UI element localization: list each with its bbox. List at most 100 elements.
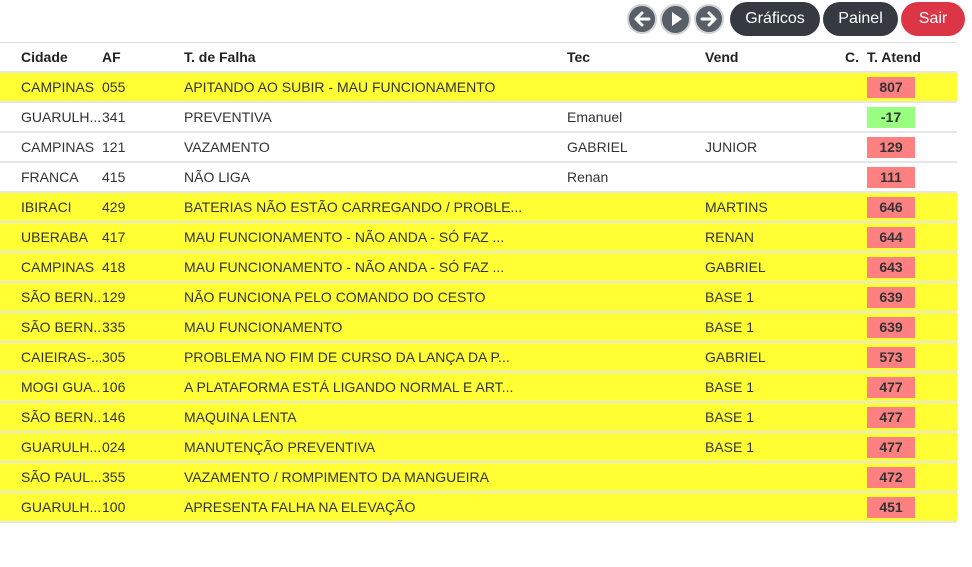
painel-button[interactable]: Painel: [823, 2, 898, 36]
table-body: CAMPINAS 055 APITANDO AO SUBIR - MAU FUNCI…: [0, 73, 957, 523]
cell-cidade: CAMPINAS: [21, 79, 95, 95]
cell-atend: 644: [863, 226, 929, 248]
table-row[interactable]: IBIRACI 429 BATERIAS NÃO ESTÃO CARREGANDO …: [0, 193, 957, 223]
cell-af: 415: [102, 169, 126, 185]
cell-falha: VAZAMENTO / ROMPIMENTO DA MANGUEIRA: [184, 469, 489, 485]
graficos-button[interactable]: Gráficos: [730, 2, 820, 36]
cell-af: 305: [102, 349, 126, 365]
cell-atend: 807: [863, 76, 929, 98]
cell-cidade: CAIEIRAS-...: [21, 349, 101, 365]
sair-button[interactable]: Sair: [901, 2, 965, 36]
cell-af: 055: [102, 79, 126, 95]
cell-af: 417: [102, 229, 126, 245]
cell-af: 429: [102, 199, 126, 215]
cell-atend: 129: [863, 136, 929, 158]
table-row[interactable]: CAMPINAS 055 APITANDO AO SUBIR - MAU FUNCI…: [0, 73, 957, 103]
play-button[interactable]: [660, 3, 691, 35]
atend-badge: 111: [867, 166, 915, 188]
cell-vend: GABRIEL: [705, 349, 766, 365]
atend-badge: 573: [867, 346, 915, 368]
cell-vend: BASE 1: [705, 289, 755, 305]
cell-falha: PREVENTIVA: [184, 109, 272, 125]
atend-badge: 643: [867, 256, 915, 278]
table-row[interactable]: FRANCA 415 NÃO LIGA Renan 111: [0, 163, 957, 193]
service-orders-table: Cidade AF T. de Falha Tec Vend C. T. Ate…: [0, 42, 957, 523]
cell-af: 146: [102, 409, 126, 425]
atend-badge: 477: [867, 406, 915, 428]
cell-tec: Emanuel: [567, 109, 623, 125]
header-vend[interactable]: Vend: [704, 49, 839, 65]
cell-falha: BATERIAS NÃO ESTÃO CARREGANDO / PROBLE..…: [184, 199, 523, 215]
cell-atend: 639: [863, 316, 929, 338]
cell-cidade: GUARULH...: [21, 439, 101, 455]
cell-af: 106: [102, 379, 126, 395]
cell-falha: MAU FUNCIONAMENTO - NÃO ANDA - SÓ FAZ ..…: [184, 259, 505, 275]
cell-cidade: GUARULH...: [21, 109, 101, 125]
cell-atend: 639: [863, 286, 929, 308]
table-row[interactable]: SÃO BERN... 335 MAU FUNCIONAMENTO BASE 1 639: [0, 313, 957, 343]
cell-cidade: IBIRACI: [21, 199, 72, 215]
cell-af: 024: [102, 439, 126, 455]
cell-af: 100: [102, 499, 126, 515]
atend-badge: 477: [867, 376, 915, 398]
header-falha[interactable]: T. de Falha: [183, 49, 566, 65]
cell-af: 418: [102, 259, 126, 275]
cell-falha: A PLATAFORMA ESTÁ LIGANDO NORMAL E ART..…: [184, 379, 514, 395]
atend-badge: 451: [867, 496, 915, 518]
cell-af: 355: [102, 469, 126, 485]
cell-tec: Renan: [567, 169, 609, 185]
table-row[interactable]: GUARULH... 100 APRESENTA FALHA NA ELEVAÇÃO…: [0, 493, 957, 523]
cell-cidade: UBERABA: [21, 229, 88, 245]
header-af[interactable]: AF: [101, 49, 183, 65]
cell-atend: 477: [863, 376, 929, 398]
table-row[interactable]: MOGI GUA... 106 A PLATAFORMA ESTÁ LIGANDO …: [0, 373, 957, 403]
next-button[interactable]: [694, 4, 724, 34]
table-row[interactable]: CAMPINAS 418 MAU FUNCIONAMENTO - NÃO ANDA …: [0, 253, 957, 283]
table-row[interactable]: CAIEIRAS-... 305 PROBLEMA NO FIM DE CURSO …: [0, 343, 957, 373]
cell-falha: MAU FUNCIONAMENTO: [184, 319, 343, 335]
cell-falha: VAZAMENTO: [184, 139, 270, 155]
cell-cidade: SÃO BERN...: [21, 289, 101, 305]
table-row[interactable]: SÃO BERN... 129 NÃO FUNCIONA PELO COMANDO …: [0, 283, 957, 313]
cell-tec: GABRIEL: [567, 139, 628, 155]
table-row[interactable]: SÃO BERN... 146 MAQUINA LENTA BASE 1 477: [0, 403, 957, 433]
table-row[interactable]: UBERABA 417 MAU FUNCIONAMENTO - NÃO ANDA -…: [0, 223, 957, 253]
header-atend[interactable]: T. Atend: [863, 49, 929, 65]
header-cidade[interactable]: Cidade: [0, 49, 101, 65]
cell-falha: MAQUINA LENTA: [184, 409, 297, 425]
atend-badge: 472: [867, 466, 915, 488]
toolbar: Gráficos Painel Sair: [627, 2, 965, 36]
atend-badge: 807: [867, 76, 915, 98]
cell-atend: 472: [863, 466, 929, 488]
header-tec[interactable]: Tec: [566, 49, 704, 65]
cell-atend: 477: [863, 436, 929, 458]
cell-af: 121: [102, 139, 126, 155]
cell-cidade: FRANCA: [21, 169, 79, 185]
cell-cidade: MOGI GUA...: [21, 379, 101, 395]
atend-badge: -17: [867, 106, 915, 128]
cell-vend: JUNIOR: [705, 139, 758, 155]
cell-af: 129: [102, 289, 126, 305]
cell-vend: MARTINS: [705, 199, 768, 215]
cell-vend: BASE 1: [705, 379, 755, 395]
cell-vend: BASE 1: [705, 409, 755, 425]
atend-badge: 129: [867, 136, 915, 158]
table-row[interactable]: GUARULH... 024 MANUTENÇÃO PREVENTIVA BASE 1…: [0, 433, 957, 463]
cell-cidade: CAMPINAS: [21, 139, 95, 155]
cell-falha: MANUTENÇÃO PREVENTIVA: [184, 439, 376, 455]
cell-atend: 573: [863, 346, 929, 368]
cell-cidade: GUARULH...: [21, 499, 101, 515]
cell-cidade: SÃO PAUL...: [21, 469, 101, 485]
previous-button[interactable]: [627, 4, 657, 34]
arrow-right-icon: [700, 11, 717, 27]
header-c[interactable]: C.: [839, 49, 863, 65]
cell-falha: APRESENTA FALHA NA ELEVAÇÃO: [184, 499, 416, 515]
table-row[interactable]: SÃO PAUL... 355 VAZAMENTO / ROMPIMENTO DA …: [0, 463, 957, 493]
cell-af: 341: [102, 109, 126, 125]
table-row[interactable]: CAMPINAS 121 VAZAMENTO GABRIEL JUNIOR 129: [0, 133, 957, 163]
cell-falha: APITANDO AO SUBIR - MAU FUNCIONAMENTO: [184, 79, 496, 95]
atend-badge: 639: [867, 286, 915, 308]
table-row[interactable]: GUARULH... 341 PREVENTIVA Emanuel -17: [0, 103, 957, 133]
cell-cidade: CAMPINAS: [21, 259, 95, 275]
cell-atend: 643: [863, 256, 929, 278]
